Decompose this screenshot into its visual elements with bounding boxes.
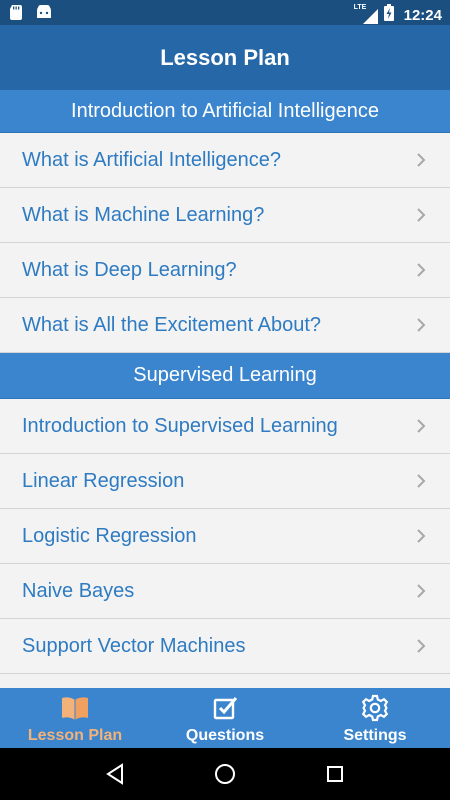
tab-questions[interactable]: Questions: [150, 688, 300, 748]
lesson-item[interactable]: Naive Bayes: [0, 564, 450, 619]
lesson-item-label: Linear Regression: [22, 469, 185, 492]
section-title: Supervised Learning: [133, 364, 317, 386]
lesson-item-label: Support Vector Machines: [22, 634, 246, 657]
system-nav-bar: [0, 748, 450, 800]
lesson-item[interactable]: Linear Regression: [0, 454, 450, 509]
section-header: Supervised Learning: [0, 353, 450, 399]
chevron-right-icon: [417, 529, 426, 543]
lesson-item-label: Introduction to Supervised Learning: [22, 414, 338, 437]
lesson-list[interactable]: Introduction to Artificial Intelligence …: [0, 90, 450, 688]
lesson-item-label: Naive Bayes: [22, 579, 135, 602]
recents-button[interactable]: [315, 754, 355, 794]
sd-card-icon: [10, 5, 22, 25]
chevron-right-icon: [417, 639, 426, 653]
chevron-right-icon: [417, 584, 426, 598]
lesson-item-label: Logistic Regression: [22, 524, 197, 547]
bottom-tab-bar: Lesson Plan Questions Settings: [0, 688, 450, 748]
chevron-right-icon: [417, 318, 426, 332]
tab-label: Lesson Plan: [27, 727, 123, 744]
lesson-item[interactable]: What is All the Excitement About?: [0, 298, 450, 353]
gear-icon: [360, 693, 390, 723]
tab-label: Settings: [343, 727, 407, 744]
lesson-item[interactable]: Support Vector Machines: [0, 619, 450, 674]
checkbox-icon: [210, 693, 240, 723]
home-circle-icon: [215, 764, 235, 784]
battery-charging-icon: [383, 4, 394, 26]
tab-label: Questions: [185, 727, 265, 744]
lesson-item[interactable]: Introduction to Supervised Learning: [0, 399, 450, 454]
lesson-item-label: What is Deep Learning?: [22, 258, 237, 281]
lte-signal-icon: LTE: [354, 4, 378, 24]
tab-lesson-plan[interactable]: Lesson Plan: [0, 688, 150, 748]
chevron-right-icon: [417, 419, 426, 433]
book-icon: [60, 693, 90, 723]
lesson-item[interactable]: Logistic Regression: [0, 509, 450, 564]
app-bar: Lesson Plan: [0, 25, 450, 90]
tab-settings[interactable]: Settings: [300, 688, 450, 748]
home-button[interactable]: [205, 754, 245, 794]
status-bar: LTE 12:24: [0, 0, 450, 25]
section-title: Introduction to Artificial Intelligence: [71, 99, 379, 122]
lesson-item[interactable]: What is Artificial Intelligence?: [0, 133, 450, 188]
lesson-item-label: What is Machine Learning?: [22, 203, 265, 226]
chevron-right-icon: [417, 208, 426, 222]
android-icon: [36, 4, 52, 25]
back-button[interactable]: [95, 754, 135, 794]
page-title: Lesson Plan: [160, 44, 290, 70]
lesson-item-label: What is Artificial Intelligence?: [22, 148, 282, 171]
chevron-right-icon: [417, 263, 426, 277]
lesson-item[interactable]: What is Deep Learning?: [0, 243, 450, 298]
recents-square-icon: [327, 766, 343, 782]
back-triangle-icon: [106, 763, 123, 785]
chevron-right-icon: [417, 153, 426, 167]
lesson-item-label: What is All the Excitement About?: [22, 313, 322, 336]
lesson-item[interactable]: What is Machine Learning?: [0, 188, 450, 243]
chevron-right-icon: [417, 474, 426, 488]
clock: 12:24: [403, 6, 442, 24]
section-header: Introduction to Artificial Intelligence: [0, 90, 450, 133]
